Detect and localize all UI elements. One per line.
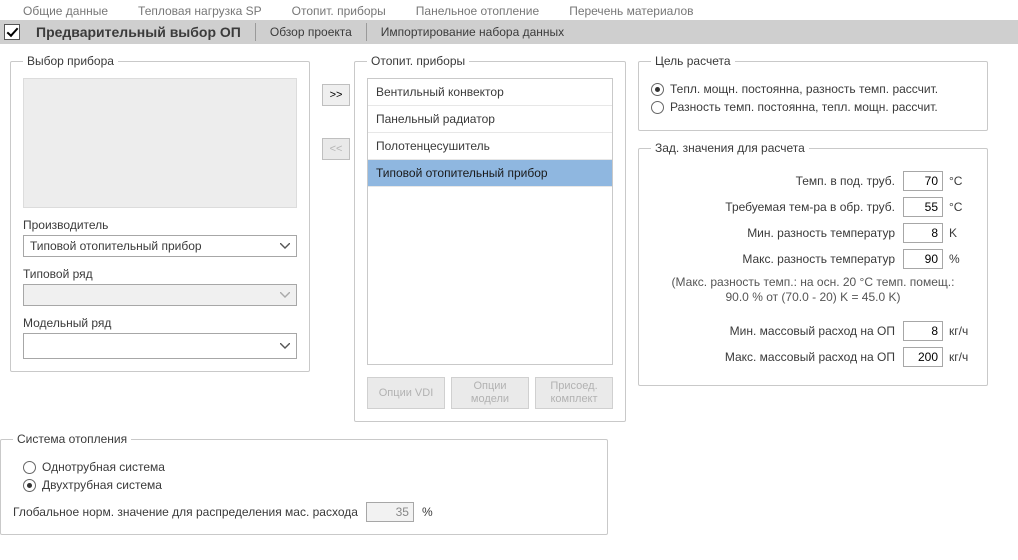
manufacturer-value: Типовой отопительный прибор [30, 239, 202, 253]
heaters-group: Отопит. приборы Вентильный конвектор Пан… [354, 54, 626, 422]
type-series-label: Типовой ряд [23, 267, 297, 281]
model-series-combo[interactable] [23, 333, 297, 359]
radio-icon [23, 461, 36, 474]
toolbar-sep [366, 23, 367, 41]
dt-min-unit: K [949, 226, 975, 240]
move-left-button[interactable]: << [322, 138, 350, 160]
mass-min-label: Мин. массовый расход на ОП [651, 324, 897, 338]
device-selection-group: Выбор прибора Производитель Типовой отоп… [10, 54, 310, 372]
system-option-2[interactable]: Двухтрубная система [23, 478, 595, 492]
main-content: Выбор прибора Производитель Типовой отоп… [0, 44, 1018, 432]
tab-general-data[interactable]: Общие данные [8, 0, 123, 20]
model-series-label: Модельный ряд [23, 316, 297, 330]
dt-max-label: Макс. разность температур [651, 252, 897, 266]
vdi-options-button[interactable]: Опции VDI [367, 377, 445, 409]
calc-goal-legend: Цель расчета [651, 54, 735, 68]
setpoints-note-1: (Макс. разность темп.: на осн. 20 °C тем… [651, 275, 975, 290]
chevron-down-icon [276, 338, 294, 354]
return-temp-label: Требуемая тем-ра в обр. труб. [651, 200, 897, 214]
manufacturer-label: Производитель [23, 218, 297, 232]
heaters-list[interactable]: Вентильный конвектор Панельный радиатор … [367, 78, 613, 365]
toolbar-import[interactable]: Импортирование набора данных [371, 20, 574, 44]
radio-icon [651, 101, 664, 114]
system-option-2-label: Двухтрубная система [42, 478, 162, 492]
heaters-legend: Отопит. приборы [367, 54, 469, 68]
manufacturer-combo[interactable]: Типовой отопительный прибор [23, 235, 297, 257]
heating-system-group: Система отопления Однотрубная система Дв… [0, 432, 608, 535]
toolbar-overview[interactable]: Обзор проекта [260, 20, 362, 44]
chevron-down-icon [276, 238, 294, 254]
toolbar-sep [255, 23, 256, 41]
tab-materials-list[interactable]: Перечень материалов [554, 0, 708, 20]
toolbar: Предварительный выбор ОП Обзор проекта И… [0, 20, 1018, 44]
type-series-combo[interactable] [23, 284, 297, 306]
radio-icon [23, 479, 36, 492]
chevron-down-icon [276, 287, 294, 303]
preselect-checkbox[interactable] [4, 24, 20, 40]
dt-min-label: Мин. разность температур [651, 226, 897, 240]
list-item[interactable]: Вентильный конвектор [368, 79, 612, 106]
global-norm-unit: % [422, 505, 433, 519]
setpoints-legend: Зад. значения для расчета [651, 141, 809, 155]
connection-kit-button[interactable]: Присоед. комплект [535, 377, 613, 409]
tab-panel-heating[interactable]: Панельное отопление [401, 0, 554, 20]
return-temp-unit: °C [949, 200, 975, 214]
supply-temp-label: Темп. в под. труб. [651, 174, 897, 188]
system-option-1-label: Однотрубная система [42, 460, 165, 474]
goal-option-1[interactable]: Тепл. мощн. постоянна, разность темп. ра… [651, 82, 975, 96]
global-norm-label: Глобальное норм. значение для распределе… [13, 505, 358, 519]
top-tab-strip: Общие данные Тепловая нагрузка SP Отопит… [0, 0, 1018, 20]
calc-goal-group: Цель расчета Тепл. мощн. постоянна, разн… [638, 54, 988, 131]
model-options-button[interactable]: Опции модели [451, 377, 529, 409]
setpoints-group: Зад. значения для расчета Темп. в под. т… [638, 141, 988, 386]
goal-option-2-label: Разность темп. постоянна, тепл. мощн. ра… [670, 100, 938, 114]
return-temp-input[interactable] [903, 197, 943, 217]
device-selection-legend: Выбор прибора [23, 54, 118, 68]
device-image-placeholder [23, 78, 297, 208]
system-option-1[interactable]: Однотрубная система [23, 460, 595, 474]
mass-min-unit: кг/ч [949, 324, 975, 338]
goal-option-1-label: Тепл. мощн. постоянна, разность темп. ра… [670, 82, 938, 96]
list-item[interactable]: Полотенцесушитель [368, 133, 612, 160]
supply-temp-input[interactable] [903, 171, 943, 191]
move-right-button[interactable]: >> [322, 84, 350, 106]
heating-system-legend: Система отопления [13, 432, 131, 446]
tab-heat-load-sp[interactable]: Тепловая нагрузка SP [123, 0, 277, 20]
mass-max-input[interactable] [903, 347, 943, 367]
dt-max-input[interactable] [903, 249, 943, 269]
dt-min-input[interactable] [903, 223, 943, 243]
radio-icon [651, 83, 664, 96]
goal-option-2[interactable]: Разность темп. постоянна, тепл. мощн. ра… [651, 100, 975, 114]
dt-max-unit: % [949, 252, 975, 266]
mass-min-input[interactable] [903, 321, 943, 341]
tab-heating-devices[interactable]: Отопит. приборы [277, 0, 401, 20]
mass-max-label: Макс. массовый расход на ОП [651, 350, 897, 364]
toolbar-preselect[interactable]: Предварительный выбор ОП [26, 20, 251, 44]
list-item[interactable]: Панельный радиатор [368, 106, 612, 133]
global-norm-input [366, 502, 414, 522]
setpoints-note-2: 90.0 % от (70.0 - 20) K = 45.0 K) [651, 290, 975, 305]
list-item[interactable]: Типовой отопительный прибор [368, 160, 612, 187]
supply-temp-unit: °C [949, 174, 975, 188]
mass-max-unit: кг/ч [949, 350, 975, 364]
